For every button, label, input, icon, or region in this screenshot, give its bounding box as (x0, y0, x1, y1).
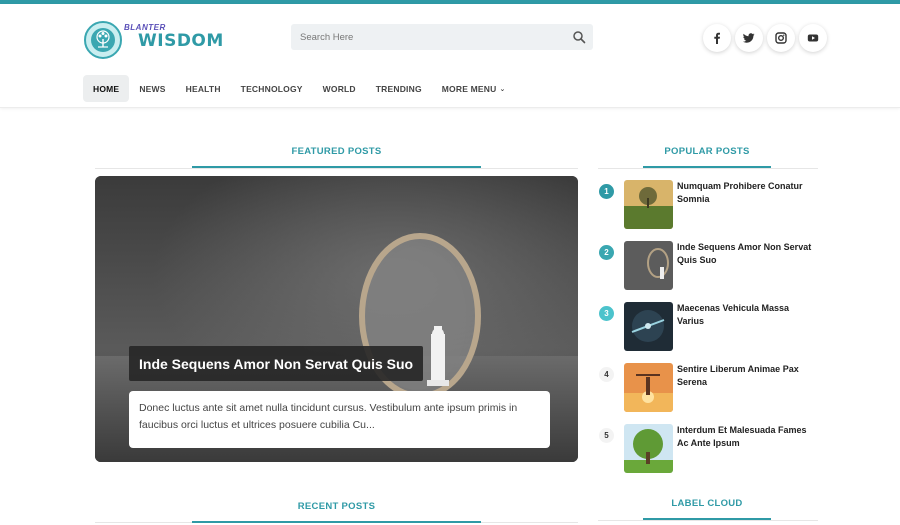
search-icon[interactable] (572, 30, 586, 44)
popular-post-item[interactable]: 1 Numquam Prohibere Conatur Somnia (598, 180, 818, 230)
popular-post-title: Inde Sequens Amor Non Servat Quis Suo (677, 242, 812, 265)
popular-post-title: Numquam Prohibere Conatur Somnia (677, 181, 803, 204)
popular-post-title: Maecenas Vehicula Massa Varius (677, 303, 790, 326)
featured-post-title[interactable]: Inde Sequens Amor Non Servat Quis Suo (129, 346, 424, 381)
nav-item-more-menu[interactable]: MORE MENU ⌄ (432, 75, 516, 102)
popular-post-item[interactable]: 4 Sentire Liberum Animae Pax Serena (598, 363, 818, 413)
featured-posts-heading: FEATURED POSTS (291, 146, 382, 157)
featured-post-card[interactable]: Inde Sequens Amor Non Servat Quis Suo Do… (95, 176, 578, 462)
nav-item-news[interactable]: NEWS (129, 75, 175, 102)
label-cloud-divider (598, 520, 818, 521)
popular-post-item[interactable]: 5 Interdum Et Malesuada Fames Ac Ante Ip… (598, 424, 818, 474)
twitter-button[interactable] (735, 24, 763, 52)
site-header: BLANTER WISDOM HOME NEWS HEALTH TECHNOLO… (0, 4, 900, 108)
label-cloud-accent (643, 518, 771, 520)
facebook-button[interactable] (703, 24, 731, 52)
popular-heading-accent (643, 166, 771, 168)
site-logo[interactable]: BLANTER WISDOM (84, 21, 224, 61)
recent-posts-heading: RECENT POSTS (297, 501, 376, 512)
instagram-icon (775, 32, 787, 44)
popular-heading-divider (598, 168, 818, 169)
popular-post-item[interactable]: 2 Inde Sequens Amor Non Servat Quis Suo (598, 241, 818, 291)
label-cloud-heading: LABEL CLOUD (671, 498, 743, 509)
nav-item-home[interactable]: HOME (83, 75, 130, 102)
search-input[interactable] (291, 24, 561, 50)
popular-posts-heading: POPULAR POSTS (664, 146, 750, 157)
more-menu-label: MORE MENU (441, 83, 497, 94)
featured-heading-accent (192, 166, 481, 168)
main-nav: HOME NEWS HEALTH TECHNOLOGY WORLD TRENDI… (83, 75, 516, 102)
tree-logo-icon (84, 21, 122, 59)
popular-post-thumbnail (624, 302, 673, 351)
popular-post-thumbnail (624, 241, 673, 290)
featured-heading-divider (95, 168, 578, 169)
popular-post-thumbnail (624, 180, 673, 229)
nav-item-world[interactable]: WORLD (313, 75, 366, 102)
youtube-button[interactable] (799, 24, 827, 52)
rank-badge: 5 (599, 428, 614, 443)
rank-badge: 1 (599, 184, 614, 199)
recent-heading-accent (192, 521, 481, 523)
popular-post-thumbnail (624, 363, 673, 412)
instagram-button[interactable] (767, 24, 795, 52)
rank-badge: 2 (599, 245, 614, 260)
youtube-icon (807, 34, 819, 42)
logo-name: WISDOM (138, 31, 224, 51)
chevron-down-icon: ⌄ (499, 85, 506, 93)
popular-post-title: Interdum Et Malesuada Fames Ac Ante Ipsu… (677, 425, 807, 448)
nav-item-trending[interactable]: TRENDING (366, 75, 432, 102)
popular-post-thumbnail (624, 424, 673, 473)
rank-badge: 4 (599, 367, 614, 382)
nav-item-technology[interactable]: TECHNOLOGY (231, 75, 313, 102)
featured-post-snippet: Donec luctus ante sit amet nulla tincidu… (129, 391, 550, 448)
popular-post-item[interactable]: 3 Maecenas Vehicula Massa Varius (598, 302, 818, 352)
nav-item-health[interactable]: HEALTH (176, 75, 231, 102)
rank-badge: 3 (599, 306, 614, 321)
twitter-icon (743, 33, 755, 43)
popular-post-title: Sentire Liberum Animae Pax Serena (677, 364, 799, 387)
facebook-icon (714, 32, 720, 44)
search-box (291, 24, 593, 50)
